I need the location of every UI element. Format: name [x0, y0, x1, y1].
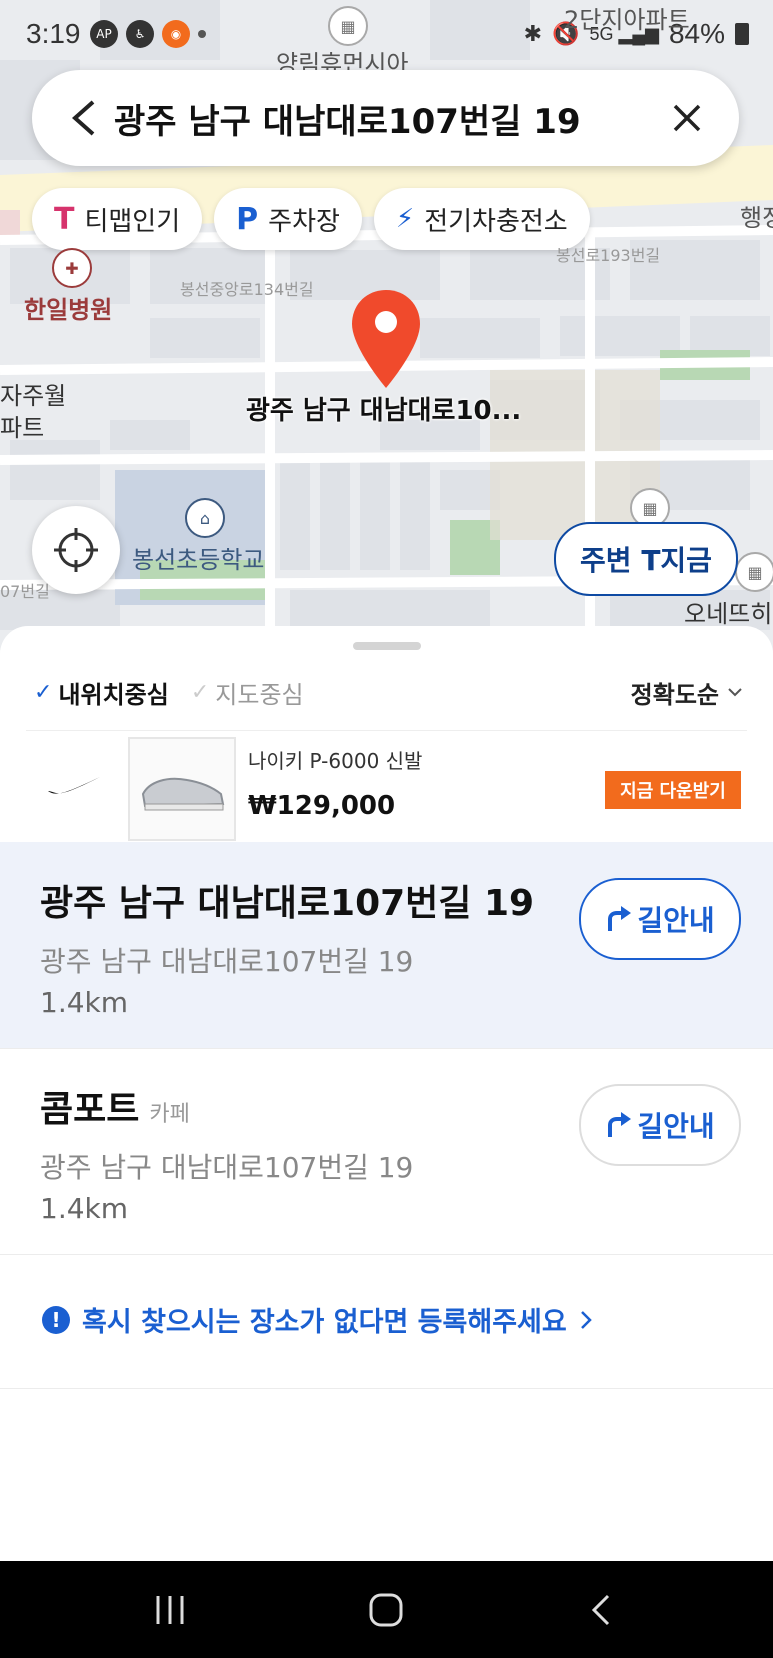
app-notification-icon: AP: [90, 20, 118, 48]
more-notifications-icon: [198, 30, 206, 38]
chevron-left-icon: [71, 100, 95, 136]
sort-label: 정확도순: [630, 680, 719, 709]
crosshair-icon: [54, 528, 98, 572]
map-label-right-1: 행정: [740, 204, 773, 232]
result-category: 카페: [149, 1102, 190, 1127]
result-name-text: 콤포트: [40, 1089, 140, 1130]
home-icon: [369, 1593, 403, 1626]
pin-label: 광주 남구 대남대로10...: [246, 396, 522, 426]
chip-tmap-popular[interactable]: T 티맵인기: [32, 188, 203, 250]
check-icon: ✓: [190, 679, 210, 705]
chevron-down-icon: [728, 688, 742, 697]
back-icon: [591, 1594, 610, 1625]
filter-label: 지도중심: [215, 680, 304, 709]
ad-price: ₩129,000: [248, 791, 396, 821]
exclamation-icon: !: [42, 1305, 70, 1334]
result-item[interactable]: 콤포트 카페 광주 남구 대남대로107번길 19 1.4km 길안내: [0, 1048, 773, 1255]
record-icon: ◉: [162, 20, 190, 48]
register-place-link[interactable]: ! 혹시 찾으시는 장소가 없다면 등록해주세요: [42, 1300, 593, 1339]
back-nav-button[interactable]: [542, 1561, 662, 1658]
map-label-right-2: 오네뜨히: [684, 600, 773, 628]
nearby-tnow-button[interactable]: 주변 T지금: [554, 522, 738, 596]
map-label-school[interactable]: 봉선초등학교: [132, 540, 264, 575]
parking-icon: P: [236, 201, 259, 237]
system-nav-bar: [0, 1561, 773, 1658]
result-name-text: 광주 남구 대남대로107번길 19: [40, 883, 535, 924]
turn-right-arrow-icon: [608, 1112, 632, 1137]
bluetooth-icon: ✱: [523, 21, 543, 46]
result-distance: 1.4km: [40, 1192, 129, 1225]
result-distance: 1.4km: [40, 986, 129, 1019]
school-poi-icon[interactable]: ⌂: [185, 498, 225, 538]
check-icon: ✓: [34, 679, 53, 705]
sort-dropdown[interactable]: 정확도순: [631, 675, 743, 710]
turn-right-arrow-icon: [608, 906, 632, 931]
map-label-apt-left-1: 자주월: [0, 382, 67, 410]
map-view[interactable]: 3:19 AP ♿ ◉ ✱ 🔇 5G ▂▄▆ 84% 양림휴먼시아 2단지아파트…: [0, 0, 773, 650]
ad-title: 나이키 P-6000 신발: [248, 749, 423, 773]
clear-button[interactable]: [657, 88, 717, 148]
back-button[interactable]: [54, 88, 114, 148]
lightning-icon: ⚡: [395, 204, 415, 234]
search-query[interactable]: 광주 남구 대남대로107번길 19: [114, 94, 657, 143]
chip-label: 티맵인기: [84, 206, 181, 237]
filter-my-location[interactable]: ✓ 내위치중심: [34, 675, 169, 710]
directions-button[interactable]: 길안내: [579, 878, 741, 960]
result-item[interactable]: 광주 남구 대남대로107번길 19 광주 남구 대남대로107번길 19 1.…: [0, 842, 773, 1049]
download-now-button[interactable]: 지금 다운받기: [605, 771, 741, 809]
recent-apps-icon: [156, 1595, 184, 1624]
category-chips: T 티맵인기 P 주차장 ⚡ 전기차충전소: [32, 188, 590, 250]
battery-icon: [735, 23, 749, 45]
close-icon: [673, 104, 701, 132]
apartment-poi-icon[interactable]: ▦: [328, 6, 368, 46]
home-button[interactable]: [326, 1561, 446, 1658]
register-text: 혹시 찾으시는 장소가 없다면 등록해주세요: [82, 1307, 567, 1338]
result-address: 광주 남구 대남대로107번길 19: [40, 1151, 414, 1184]
chip-label: 주차장: [268, 206, 340, 237]
tmap-logo-icon: T: [54, 201, 75, 237]
current-location-button[interactable]: [32, 506, 120, 594]
status-time: 3:19: [26, 18, 81, 49]
sneaker-image: [141, 777, 225, 811]
filter-label: 내위치중심: [58, 680, 169, 709]
divider: [0, 1388, 773, 1389]
map-label-hospital[interactable]: 한일병원: [24, 290, 112, 325]
chevron-right-icon: [580, 1310, 592, 1329]
directions-button[interactable]: 길안내: [579, 1084, 741, 1166]
recent-apps-button[interactable]: [110, 1561, 230, 1658]
map-label-apt-top-right: 2단지아파트: [564, 6, 690, 34]
chip-label: 전기차충전소: [424, 206, 568, 237]
map-label-road-1: 봉선중앙로134번길: [180, 280, 314, 299]
nike-logo-icon: [48, 777, 100, 794]
hospital-poi-icon[interactable]: ✚: [52, 248, 92, 288]
filter-map-center[interactable]: ✓ 지도중심: [191, 675, 304, 710]
results-sheet: ✓ 내위치중심 ✓ 지도중심 정확도순 나이키 P-6000 신발 ₩129,0…: [0, 626, 773, 1561]
chip-ev-charging[interactable]: ⚡ 전기차충전소: [373, 188, 590, 250]
chip-parking[interactable]: P 주차장: [214, 188, 362, 250]
map-label-road-3: 07번길: [0, 582, 50, 601]
apartment-poi-icon-3[interactable]: ▦: [735, 552, 773, 592]
accessibility-icon: ♿: [126, 20, 154, 48]
product-thumbnail: [128, 737, 236, 841]
result-name: 콤포트 카페: [40, 1080, 190, 1132]
map-label-road-2: 봉선로193번길: [556, 246, 661, 265]
result-address: 광주 남구 대남대로107번길 19: [40, 945, 414, 978]
location-pin-icon[interactable]: [350, 288, 422, 392]
filter-bar: ✓ 내위치중심 ✓ 지도중심 정확도순: [34, 672, 743, 712]
result-name: 광주 남구 대남대로107번길 19: [40, 874, 544, 926]
search-bar[interactable]: 광주 남구 대남대로107번길 19: [32, 70, 739, 166]
map-label-apt-left-2: 파트: [0, 414, 45, 442]
directions-label: 길안내: [637, 904, 715, 937]
ad-banner[interactable]: 나이키 P-6000 신발 ₩129,000 지금 다운받기: [26, 730, 747, 843]
directions-label: 길안내: [637, 1110, 715, 1143]
drag-handle[interactable]: [353, 642, 421, 650]
